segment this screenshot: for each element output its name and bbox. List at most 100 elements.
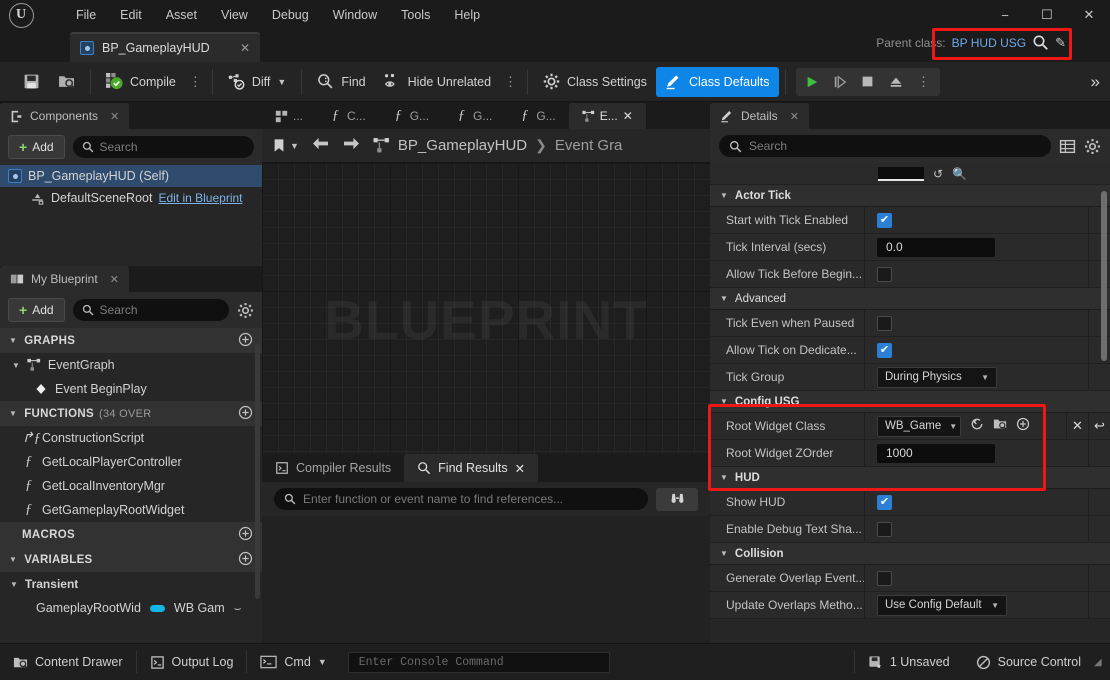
add-variable-icon[interactable] <box>238 551 253 569</box>
add-function-icon[interactable] <box>238 405 253 423</box>
menu-tools[interactable]: Tools <box>389 5 442 26</box>
menu-file[interactable]: File <box>64 5 108 26</box>
section-header-variables[interactable]: ▼ VARIABLES <box>0 547 262 572</box>
use-selected-icon[interactable] <box>970 417 984 436</box>
category-header-actor-tick[interactable]: ▼ Actor Tick <box>710 185 1110 207</box>
back-button[interactable] <box>311 136 330 156</box>
cmd-button[interactable]: Cmd ▼ <box>247 644 339 680</box>
doc-tab-function-4[interactable]: ƒ G... <box>505 103 568 129</box>
breadcrumb-item-eventgraph[interactable]: Event Gra <box>555 137 623 154</box>
parent-class-value[interactable]: BP HUD USG <box>952 36 1026 50</box>
property-row-update-overlaps-method[interactable]: Update Overlaps Metho... Use Config Defa… <box>710 591 1110 619</box>
dropdown-tick-group[interactable]: During Physics ▼ <box>877 366 997 388</box>
gear-icon[interactable] <box>1084 138 1101 155</box>
property-row-allow-tick-on-dedicated[interactable]: Allow Tick on Dedicate... <box>710 336 1110 364</box>
diff-button[interactable]: Diff ▼ <box>219 67 295 97</box>
resize-grip-icon[interactable]: ◢ <box>1094 657 1106 668</box>
property-row-enable-debug-text-shadow[interactable]: Enable Debug Text Sha... <box>710 515 1110 543</box>
checkbox-allow-tick-before-begin[interactable] <box>877 266 892 282</box>
play-options-icon[interactable]: ⋮ <box>910 69 938 95</box>
tab-details[interactable]: Details ✕ <box>710 103 809 129</box>
add-graph-icon[interactable] <box>238 332 253 350</box>
save-button[interactable] <box>14 67 49 97</box>
tab-find-results[interactable]: Find Results ✕ <box>404 454 539 482</box>
forward-button[interactable] <box>342 136 361 156</box>
browse-icon[interactable] <box>993 417 1007 436</box>
close-icon[interactable]: ✕ <box>240 41 250 55</box>
bookmark-button[interactable]: ▼ <box>272 138 299 153</box>
browse-button[interactable] <box>49 67 84 97</box>
input-tick-interval[interactable]: 0.0 <box>877 237 995 257</box>
variable-category-transient[interactable]: ▼ Transient <box>0 572 262 596</box>
doc-tab-constructionscript[interactable]: ƒ C... <box>316 103 379 129</box>
function-item-constructionscript[interactable]: ↱ƒ ConstructionScript <box>0 426 262 450</box>
eject-icon[interactable] <box>882 69 910 95</box>
use-selected-icon[interactable]: ↺ <box>933 168 943 180</box>
search-icon[interactable] <box>1032 34 1049 51</box>
property-row-generate-overlap-events[interactable]: Generate Overlap Event... <box>710 564 1110 592</box>
browse-icon[interactable]: 🔍 <box>952 168 967 180</box>
my-blueprint-scrollbar[interactable] <box>255 344 260 599</box>
doc-tab-eventgraph[interactable]: E... ✕ <box>568 103 646 129</box>
unsaved-assets-button[interactable]: 1 Unsaved <box>855 644 963 680</box>
find-button[interactable]: Find <box>308 67 374 97</box>
step-icon[interactable] <box>826 69 854 95</box>
chevron-down-icon[interactable]: ▼ <box>318 657 327 667</box>
function-item-getlocalplayercontroller[interactable]: ƒ GetLocalPlayerController <box>0 450 262 474</box>
new-asset-icon[interactable] <box>1016 417 1030 436</box>
doc-tab-function-3[interactable]: ƒ G... <box>442 103 505 129</box>
property-row-allow-tick-before-begin[interactable]: Allow Tick Before Begin... <box>710 260 1110 288</box>
tab-compiler-results[interactable]: Compiler Results <box>262 454 404 482</box>
category-header-advanced[interactable]: ▼ Advanced <box>710 288 1110 310</box>
content-drawer-button[interactable]: Content Drawer <box>0 644 136 680</box>
category-header-hud[interactable]: ▼ HUD <box>710 467 1110 489</box>
reset-to-default-button[interactable]: ↩ <box>1088 412 1110 440</box>
maximize-icon[interactable]: ☐ <box>1026 0 1068 30</box>
tab-my-blueprint[interactable]: My Blueprint ✕ <box>0 266 129 292</box>
edit-in-blueprint-link[interactable]: Edit in Blueprint <box>158 191 242 205</box>
property-row-root-widget-class[interactable]: Root Widget Class WB_Game ▼ ✕ ↩ <box>710 412 1110 440</box>
class-settings-button[interactable]: Class Settings <box>534 67 656 97</box>
property-row-show-hud[interactable]: Show HUD <box>710 488 1110 516</box>
add-component-button[interactable]: + Add <box>8 135 65 159</box>
stop-icon[interactable] <box>854 69 882 95</box>
clear-asset-button[interactable]: ✕ <box>1066 412 1088 440</box>
tab-components[interactable]: Components ✕ <box>0 103 130 129</box>
graph-canvas[interactable]: BLUEPRINT <box>262 163 710 454</box>
parent-class-field[interactable]: Parent class: BP HUD USG ✎ <box>876 34 1066 51</box>
graph-item-event-beginplay[interactable]: Event BeginPlay <box>0 377 262 401</box>
category-header-config-usg[interactable]: ▼ Config USG <box>710 391 1110 413</box>
console-command-input[interactable]: Enter Console Command <box>347 651 610 673</box>
menu-asset[interactable]: Asset <box>154 5 209 26</box>
function-item-getgameplayrootwidget[interactable]: ƒ GetGameplayRootWidget <box>0 498 262 522</box>
menu-view[interactable]: View <box>209 5 260 26</box>
hide-unrelated-options-icon[interactable]: ⋮ <box>500 74 521 90</box>
grid-view-icon[interactable] <box>1059 138 1076 155</box>
details-property-list[interactable]: ↺ 🔍 ▼ Actor Tick Start with Tick Enabled… <box>710 163 1110 669</box>
dropdown-root-widget-class[interactable]: WB_Game ▼ <box>877 415 961 437</box>
class-defaults-button[interactable]: Class Defaults <box>655 66 779 97</box>
dropdown-update-overlaps-method[interactable]: Use Config Default ▼ <box>877 594 1007 616</box>
variable-item-gameplayrootwidget[interactable]: GameplayRootWid WB Gam ⌣ <box>0 596 262 620</box>
output-log-button[interactable]: Output Log <box>137 644 247 680</box>
close-icon[interactable]: ✕ <box>790 110 799 123</box>
category-header-collision[interactable]: ▼ Collision <box>710 543 1110 565</box>
chevron-down-icon[interactable]: ▼ <box>290 141 299 151</box>
hide-unrelated-button[interactable]: Hide Unrelated <box>375 67 500 97</box>
property-row-tick-group[interactable]: Tick Group During Physics ▼ <box>710 363 1110 391</box>
component-item-defaultsceneroot[interactable]: DefaultSceneRoot Edit in Blueprint <box>0 187 262 209</box>
property-row-root-widget-zorder[interactable]: Root Widget ZOrder 1000 <box>710 439 1110 467</box>
menu-help[interactable]: Help <box>442 5 492 26</box>
play-icon[interactable] <box>798 69 826 95</box>
checkbox-tick-even-when-paused[interactable] <box>877 315 892 331</box>
checkbox-show-hud[interactable] <box>877 494 892 510</box>
compile-button[interactable]: Compile <box>97 67 185 97</box>
doc-tab-viewport[interactable]: ... <box>262 103 316 129</box>
asset-tab-bp-gameplayhud[interactable]: BP_GameplayHUD ✕ <box>70 32 260 62</box>
source-control-button[interactable]: Source Control <box>963 644 1094 680</box>
close-icon[interactable]: ✕ <box>110 273 119 286</box>
checkbox-start-with-tick-enabled[interactable] <box>877 212 892 228</box>
checkbox-generate-overlap-events[interactable] <box>877 570 892 586</box>
section-header-macros[interactable]: MACROS <box>0 522 262 547</box>
find-references-input[interactable]: Enter function or event name to find ref… <box>274 488 648 510</box>
